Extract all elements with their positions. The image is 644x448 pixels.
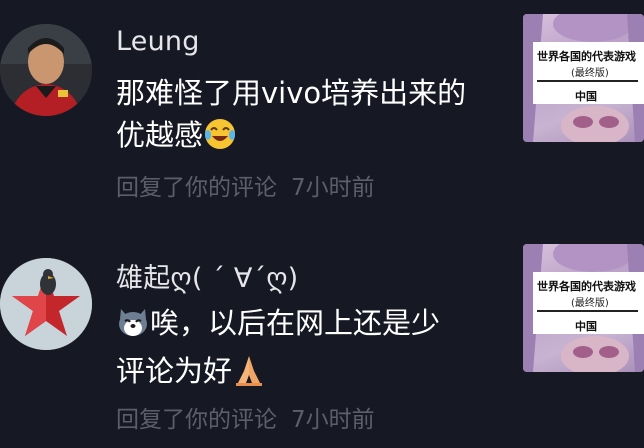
thumbnail-label: 中国 (575, 90, 597, 103)
praying-hands-emoji-icon (232, 353, 266, 398)
avatar-red-star-eagle (0, 258, 92, 350)
comment-line: 那难怪了用vivo培养出来的 (116, 76, 467, 110)
avatar[interactable] (0, 24, 92, 116)
comment-line: 唉，以后在网上还是少 (150, 306, 441, 340)
thumbnail-divider (537, 80, 638, 82)
thumbnail-subtitle: (最终版) (571, 298, 609, 309)
comment-content: 唉，以后在网上还是少 评论为好 (116, 302, 486, 398)
thumbnail-subtitle: (最终版) (571, 68, 609, 79)
video-thumbnail[interactable]: 世界各国的代表游戏 (最终版) 中国 (523, 14, 644, 142)
avatar-portrait (0, 24, 92, 116)
notification-item[interactable]: Leung 那难怪了用vivo培养出来的 优越感 回复了你的评论7小时前 世界 (0, 0, 644, 218)
comment-line: 评论为好 (116, 354, 233, 388)
video-thumbnail[interactable]: 世界各国的代表游戏 (最终版) 中国 (523, 244, 644, 372)
username[interactable]: Leung (116, 26, 200, 57)
comment-content: 那难怪了用vivo培养出来的 优越感 (116, 72, 486, 162)
action-text: 回复了你的评论 (116, 407, 277, 433)
username[interactable]: 雄起ღ( ´ ∀´ღ) (116, 256, 298, 295)
avatar[interactable] (0, 258, 92, 350)
notification-meta: 回复了你的评论 7小时前 (116, 168, 375, 202)
action-text: 回复了你的评论 (116, 175, 277, 201)
thumbnail-title: 世界各国的代表游戏 (537, 50, 636, 63)
comment-line: 优越感 (116, 118, 204, 152)
timestamp: 7小时前 (291, 175, 375, 201)
timestamp: 7小时前 (291, 407, 375, 433)
thumbnail-divider (537, 310, 638, 312)
husky-dog-emoji-icon (116, 305, 150, 350)
notification-item[interactable]: 雄起ღ( ´ ∀´ღ) 唉，以后在网上还是少 评论为好 回复了你的评论 7小时前 (0, 230, 644, 448)
crying-laughing-emoji-icon (203, 117, 237, 162)
notification-meta: 回复了你的评论 7小时前 (116, 400, 375, 434)
thumbnail-label: 中国 (575, 320, 597, 333)
thumbnail-title: 世界各国的代表游戏 (537, 280, 636, 293)
